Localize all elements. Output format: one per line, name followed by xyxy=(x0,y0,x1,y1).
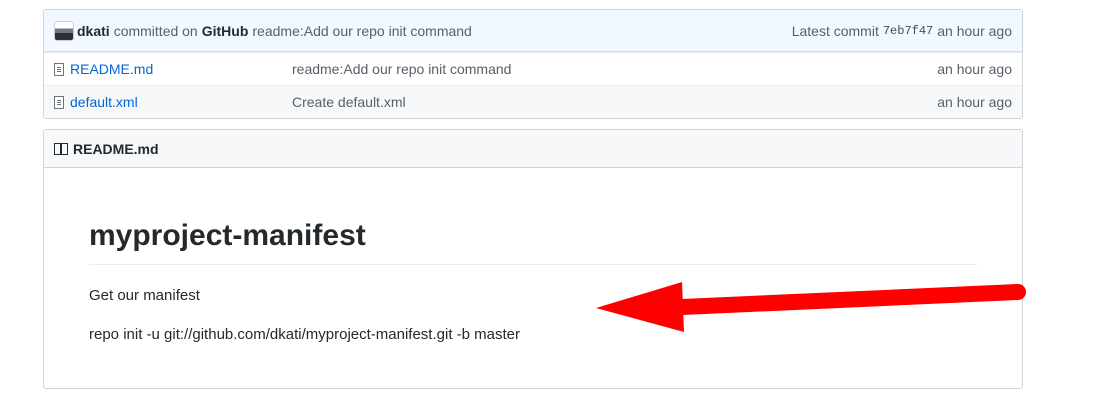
readme-panel: README.md myproject-manifest Get our man… xyxy=(43,129,1023,389)
committed-on-text: committed on xyxy=(113,22,198,39)
book-icon xyxy=(54,142,70,155)
commit-sha-link[interactable]: 7eb7f47 xyxy=(883,24,933,38)
commit-message-link[interactable]: readme:Add our repo init command xyxy=(252,23,471,39)
readme-header-title: README.md xyxy=(73,140,159,157)
author-avatar[interactable] xyxy=(54,20,74,41)
commit-author-link[interactable]: dkati xyxy=(77,23,110,39)
file-commit-message[interactable]: readme:Add our repo init command xyxy=(292,61,937,77)
file-icon xyxy=(54,95,64,109)
file-browser: dkati committed on GitHub readme:Add our… xyxy=(43,9,1023,119)
readme-paragraph: Get our manifest xyxy=(89,287,200,304)
file-age: an hour ago xyxy=(937,61,1012,77)
commit-time: an hour ago xyxy=(937,22,1012,39)
file-name-link[interactable]: README.md xyxy=(70,61,292,77)
file-icon xyxy=(54,62,64,76)
file-commit-message[interactable]: Create default.xml xyxy=(292,94,937,110)
file-row-default-xml: default.xml Create default.xml an hour a… xyxy=(44,85,1022,118)
platform-name: GitHub xyxy=(201,22,249,39)
latest-commit-label: Latest commit xyxy=(791,22,879,39)
file-name-link[interactable]: default.xml xyxy=(70,94,292,110)
latest-commit-bar: dkati committed on GitHub readme:Add our… xyxy=(44,10,1022,52)
file-age: an hour ago xyxy=(937,94,1012,110)
file-row-readme: README.md readme:Add our repo init comma… xyxy=(44,52,1022,85)
readme-body: myproject-manifest Get our manifest repo… xyxy=(89,168,977,346)
readme-command: repo init -u git://github.com/dkati/mypr… xyxy=(89,326,521,343)
readme-heading: myproject-manifest xyxy=(89,218,977,265)
readme-header: README.md xyxy=(44,130,1022,168)
